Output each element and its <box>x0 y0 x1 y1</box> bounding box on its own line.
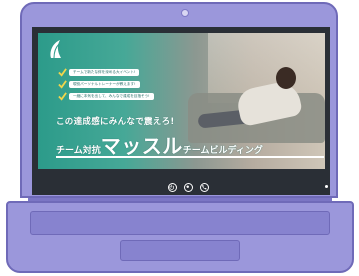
benefit-checklist: チームで新たな絆を深める大イベント! 現役パーソナルトレーナーが教えます! 一緒… <box>58 67 208 103</box>
banner-title-main: マッスル <box>100 134 183 158</box>
checklist-item-text: 現役パーソナルトレーナーが教えます! <box>69 80 140 88</box>
check-icon <box>58 67 67 77</box>
status-dot <box>325 185 328 188</box>
checklist-item-text: チームで新たな絆を深める大イベント! <box>69 68 140 76</box>
keyboard <box>30 211 330 235</box>
checklist-item-text: 一緒に本気を出して、みんなで達成を目指そう! <box>69 92 154 100</box>
check-icon <box>58 91 67 101</box>
phone-icon[interactable] <box>200 183 209 192</box>
banner-title-prefix: チーム対抗 <box>56 146 101 156</box>
taskbar <box>32 176 330 195</box>
checklist-item: チームで新たな絆を深める大イベント! <box>58 67 208 77</box>
logo-icon <box>50 40 61 59</box>
record-icon[interactable] <box>184 183 193 192</box>
checklist-item: 一緒に本気を出して、みんなで達成を目指そう! <box>58 91 208 101</box>
touchpad <box>120 240 240 261</box>
banner-title: チーム対抗マッスルチームビルディング <box>56 130 263 159</box>
banner-title-suffix: チームビルディング <box>182 146 263 156</box>
promo-banner[interactable]: チームで新たな絆を深める大イベント! 現役パーソナルトレーナーが教えます! 一緒… <box>38 33 325 169</box>
checklist-item: 現役パーソナルトレーナーが教えます! <box>58 79 208 89</box>
power-icon[interactable] <box>168 183 177 192</box>
title-underline <box>56 156 324 158</box>
banner-tagline: この達成感にみんなで震えろ! <box>56 117 175 127</box>
camera-icon <box>181 9 189 17</box>
check-icon <box>58 79 67 89</box>
person-head-image <box>276 67 296 89</box>
